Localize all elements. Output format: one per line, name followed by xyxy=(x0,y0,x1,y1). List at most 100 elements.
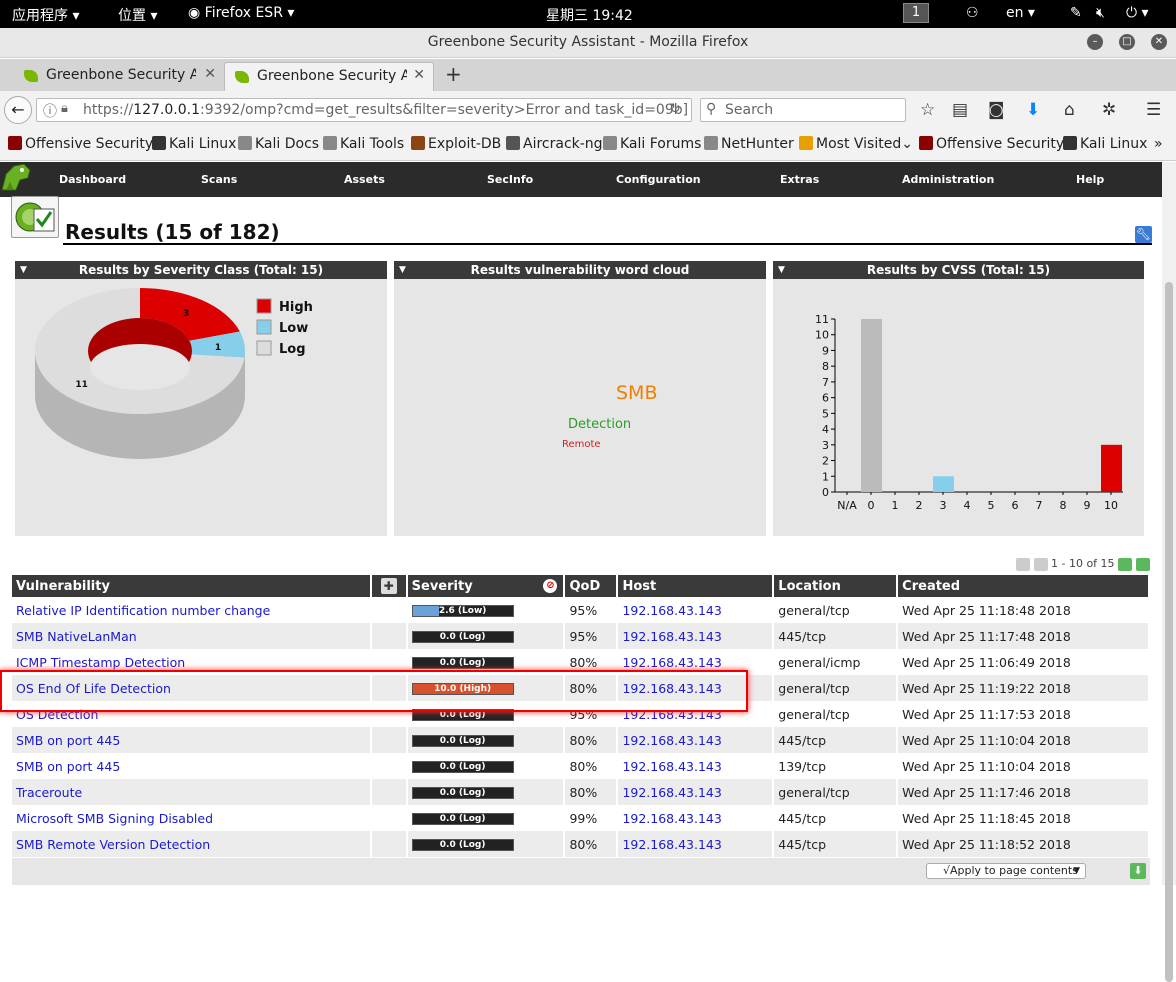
bookmark-offensive-security[interactable]: Offensive Security xyxy=(8,136,153,152)
navigation-toolbar: ← ⓘ 🔒︎ https://127.0.0.1:9392/omp?cmd=ge… xyxy=(0,91,1176,129)
host-link[interactable]: 192.168.43.143 xyxy=(622,759,721,774)
vulnerability-link[interactable]: SMB on port 445 xyxy=(16,733,120,748)
table-row: SMB NativeLanMan 0.0 (Log) 95% 192.168.43.1… xyxy=(12,623,1150,649)
maximize-button[interactable]: □ xyxy=(1119,34,1135,50)
host-link[interactable]: 192.168.43.143 xyxy=(622,603,721,618)
workspace-indicator[interactable]: 1 xyxy=(903,3,929,23)
menu-secinfo[interactable]: SecInfo xyxy=(487,173,533,186)
vulnerability-link[interactable]: SMB NativeLanMan xyxy=(16,629,137,644)
page-scrollbar[interactable] xyxy=(1162,162,1176,982)
extension-icon[interactable]: ✲ xyxy=(1102,100,1116,120)
greenbone-logo-icon[interactable] xyxy=(0,160,34,196)
panel-menu-triangle-icon[interactable]: ▼ xyxy=(778,261,785,279)
hamburger-menu-icon[interactable]: ☰ xyxy=(1146,100,1161,120)
lock-warning-icon[interactable]: 🔒︎ xyxy=(61,101,68,116)
severity-filter-icon[interactable]: ⊘ xyxy=(543,579,558,593)
export-download-icon[interactable]: ⬇ xyxy=(1130,863,1146,879)
places-menu[interactable]: 位置 ▾ xyxy=(118,5,157,25)
applications-menu[interactable]: 应用程序 ▾ xyxy=(12,5,79,25)
previous-page-icon[interactable] xyxy=(1033,557,1048,571)
last-page-icon[interactable] xyxy=(1135,557,1150,571)
column-solution-type[interactable]: ✚ xyxy=(370,575,408,597)
info-icon[interactable]: ⓘ xyxy=(43,101,57,121)
reading-list-icon[interactable]: ▤ xyxy=(952,100,968,120)
vulnerability-link[interactable]: Traceroute xyxy=(16,785,82,800)
menu-scans[interactable]: Scans xyxy=(201,173,237,186)
kali-dragon-icon xyxy=(1063,136,1077,150)
cvss-bar-10[interactable] xyxy=(1101,444,1122,492)
bookmark-most-visited[interactable]: Most Visited⌄ xyxy=(799,136,913,152)
vulnerability-link[interactable]: SMB on port 445 xyxy=(16,759,120,774)
cloud-word-detection[interactable]: Detection xyxy=(568,417,631,432)
bookmarks-overflow-icon[interactable]: » xyxy=(1154,136,1163,152)
vulnerability-link[interactable]: SMB Remote Version Detection xyxy=(16,837,210,852)
bookmark-exploit-db[interactable]: Exploit-DB xyxy=(411,136,501,152)
column-vulnerability[interactable]: Vulnerability xyxy=(12,575,372,597)
minimize-button[interactable]: – xyxy=(1087,34,1103,50)
host-link[interactable]: 192.168.43.143 xyxy=(622,629,721,644)
bookmark-kali-docs[interactable]: Kali Docs xyxy=(238,136,319,152)
bookmark-kali-tools[interactable]: Kali Tools xyxy=(323,136,404,152)
pocket-icon[interactable]: ◙ xyxy=(988,100,1005,120)
cvss-bar-3[interactable] xyxy=(933,476,954,492)
bookmark-label: Offensive Security xyxy=(25,136,154,152)
clock[interactable]: 星期三 19:42 xyxy=(546,5,633,25)
vulnerability-link[interactable]: ICMP Timestamp Detection xyxy=(16,655,185,670)
bookmark-kali-linux[interactable]: Kali Linux xyxy=(152,136,236,152)
firefox-menu[interactable]: ◉ Firefox ESR ▾ xyxy=(188,5,294,21)
scrollbar-thumb[interactable] xyxy=(1165,282,1173,982)
cvss-bar-0[interactable] xyxy=(861,319,882,492)
menu-dashboard[interactable]: Dashboard xyxy=(59,173,126,186)
reload-icon[interactable]: ↻ xyxy=(669,101,681,117)
column-severity[interactable]: Severity ⊘ xyxy=(406,575,566,597)
people-icon[interactable]: ⚇ xyxy=(966,5,979,21)
menu-administration[interactable]: Administration xyxy=(902,173,994,186)
close-tab-icon[interactable]: ✕ xyxy=(204,66,216,82)
menu-help[interactable]: Help xyxy=(1076,173,1104,186)
wrench-icon[interactable]: 🔧︎ xyxy=(1135,226,1152,243)
new-tab-button[interactable]: + xyxy=(445,62,462,86)
language-menu[interactable]: en ▾ xyxy=(1006,5,1035,21)
severity-cell: 0.0 (Log) xyxy=(406,831,566,857)
bookmark-nethunter[interactable]: NetHunter xyxy=(704,136,794,152)
host-link[interactable]: 192.168.43.143 xyxy=(622,785,721,800)
pen-icon[interactable]: ✎ xyxy=(1070,5,1082,21)
cloud-word-smb[interactable]: SMB xyxy=(616,382,658,404)
next-page-icon[interactable] xyxy=(1118,557,1133,571)
host-link[interactable]: 192.168.43.143 xyxy=(622,837,721,852)
vulnerability-link[interactable]: Relative IP Identification number change xyxy=(16,603,270,618)
tab-greenbone-1[interactable]: Greenbone Security A... ✕ xyxy=(14,62,224,91)
column-qod[interactable]: QoD xyxy=(564,575,619,597)
tab-greenbone-2[interactable]: Greenbone Security A... ✕ xyxy=(224,62,434,91)
panel-menu-triangle-icon[interactable]: ▼ xyxy=(399,261,406,279)
search-input[interactable]: ⚲ Search xyxy=(700,98,906,122)
column-location[interactable]: Location xyxy=(773,575,899,597)
host-link[interactable]: 192.168.43.143 xyxy=(622,655,721,670)
volume-icon[interactable]: 🔇︎ xyxy=(1096,5,1105,21)
host-link[interactable]: 192.168.43.143 xyxy=(622,733,721,748)
menu-configuration[interactable]: Configuration xyxy=(616,173,701,186)
column-created[interactable]: Created xyxy=(897,575,1150,597)
bookmark-kali-forums[interactable]: Kali Forums xyxy=(603,136,701,152)
host-link[interactable]: 192.168.43.143 xyxy=(622,811,721,826)
menu-assets[interactable]: Assets xyxy=(344,173,385,186)
url-bar[interactable]: ⓘ 🔒︎ https://127.0.0.1:9392/omp?cmd=get_… xyxy=(36,98,692,122)
cloud-word-remote[interactable]: Remote xyxy=(562,439,601,450)
first-page-icon[interactable] xyxy=(1016,557,1030,571)
menu-extras[interactable]: Extras xyxy=(780,173,819,186)
apply-to-select[interactable]: √Apply to page contents ▼ xyxy=(926,863,1086,879)
close-window-button[interactable]: ✕ xyxy=(1151,34,1167,50)
home-icon[interactable]: ⌂ xyxy=(1064,100,1075,120)
severity-bar-label: 0.0 (Log) xyxy=(439,658,486,668)
vulnerability-link[interactable]: Microsoft SMB Signing Disabled xyxy=(16,811,213,826)
column-host[interactable]: Host xyxy=(617,575,775,597)
download-icon[interactable]: ⬇ xyxy=(1026,100,1040,120)
bookmark-kali-linux-2[interactable]: Kali Linux xyxy=(1063,136,1147,152)
panel-menu-triangle-icon[interactable]: ▼ xyxy=(20,261,27,279)
bookmark-offensive-security-2[interactable]: Offensive Security xyxy=(919,136,1064,152)
back-button[interactable]: ← xyxy=(4,96,32,124)
bookmark-aircrack-ng[interactable]: Aircrack-ng xyxy=(506,136,603,152)
close-tab-icon[interactable]: ✕ xyxy=(413,67,425,83)
power-icon[interactable]: ⏻ ▾ xyxy=(1126,5,1149,21)
bookmark-star-icon[interactable]: ☆ xyxy=(920,100,935,120)
